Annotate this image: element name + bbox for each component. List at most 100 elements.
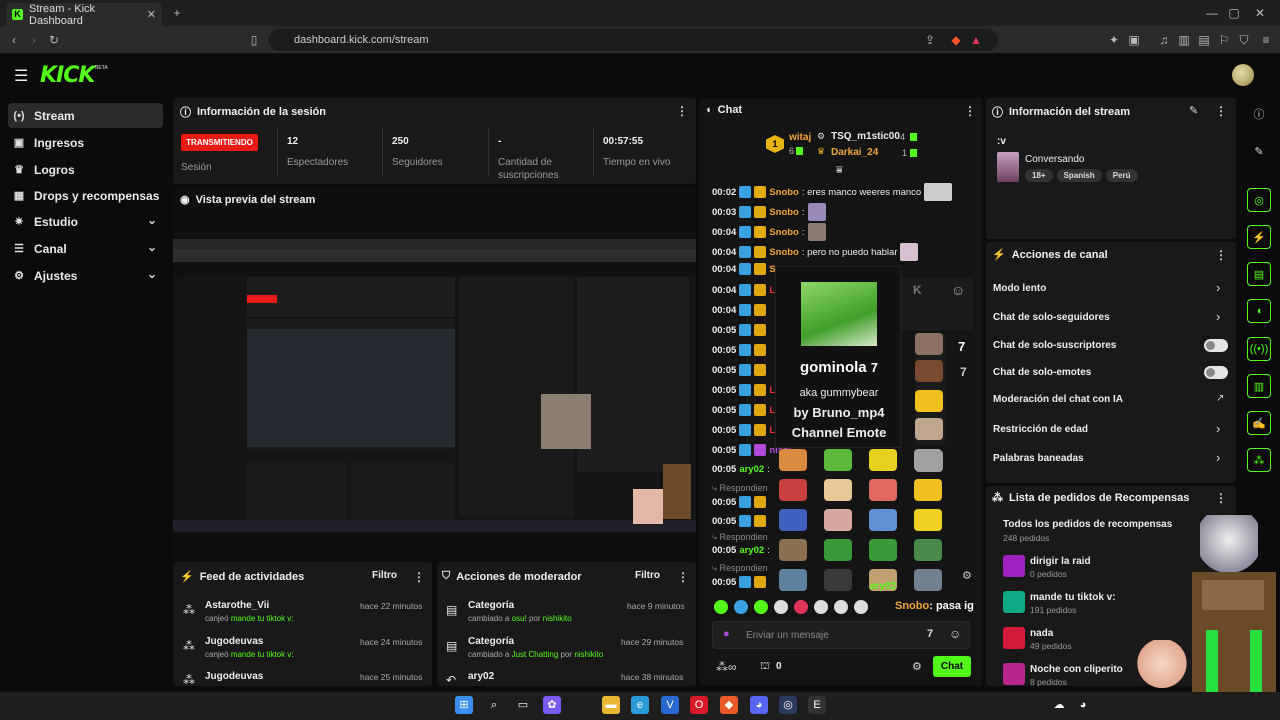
emote-button[interactable] [869,449,897,471]
emote-button[interactable] [824,449,852,471]
more-options-icon[interactable]: ⋮ [1215,104,1227,118]
emote-button[interactable] [915,360,943,382]
sidebar-item-canal[interactable]: ☰ Canal ⌄ [8,236,163,261]
emote-button[interactable] [824,539,852,561]
opera-icon[interactable]: O [690,696,708,714]
screenshot-icon[interactable]: ▣ [1126,33,1142,47]
category-name[interactable]: Conversando [1025,154,1084,165]
tab-close-icon[interactable]: ✕ [147,8,156,21]
new-tab-button[interactable]: + [169,6,185,20]
toggle-switch[interactable] [1204,339,1228,352]
info-icon[interactable]: ⓘ [1247,102,1271,126]
steam-icon[interactable]: ◎ [779,696,797,714]
reward-icon[interactable]: ⁂ [1247,448,1271,472]
external-link-icon[interactable]: ↗ [1216,393,1224,404]
emote-button[interactable] [779,569,807,591]
emote-button[interactable] [914,509,942,531]
emote-button[interactable] [914,569,942,591]
emote-button[interactable] [915,390,943,412]
target-icon[interactable]: ◎ [1247,188,1271,212]
lightning-icon[interactable]: ⚡ [1247,225,1271,249]
more-options-icon[interactable]: ⋮ [677,570,689,584]
recent-emote[interactable] [774,600,788,614]
emote-button[interactable] [915,333,943,355]
channel-action-item[interactable]: Chat de solo-seguidores [993,312,1110,323]
emoji-icon[interactable]: ☺ [949,627,961,641]
sidebar-item-stream[interactable]: (•) Stream [8,103,163,128]
feed-filter-button[interactable]: Filtro [372,570,397,581]
store-icon[interactable]: ⛫ [760,660,770,674]
emote-button[interactable] [779,539,807,561]
more-options-icon[interactable]: ⋮ [676,104,688,118]
chevron-right-icon[interactable]: › [1216,309,1220,324]
7tv-icon[interactable]: 7 [958,339,965,354]
share-icon[interactable]: ⇪ [922,33,938,47]
send-chat-button[interactable]: Chat [933,656,971,677]
emoji-tab-icon[interactable]: ☺ [951,282,965,298]
emote-button[interactable] [914,539,942,561]
broadcast-icon[interactable]: ((•)) [1247,337,1271,361]
brave-shield-icon[interactable]: ◆ [948,33,964,47]
emote-button[interactable] [824,479,852,501]
hamburger-menu-icon[interactable]: ☰ [14,66,28,86]
sidebar-icon[interactable]: ▥ [1176,33,1192,47]
back-icon[interactable]: ‹ [6,33,22,47]
sidebar-item-logros[interactable]: ♛ Logros [8,157,163,182]
brave-icon[interactable]: ◆ [720,696,738,714]
recent-emote[interactable] [714,600,728,614]
emote-button[interactable] [824,569,852,591]
chat-user[interactable]: ary02 [870,581,896,592]
chat-user[interactable]: ary02 [739,464,764,475]
more-options-icon[interactable]: ⋮ [1215,248,1227,262]
sidebar-item-estudio[interactable]: ✷ Estudio ⌄ [8,209,163,234]
recent-emote[interactable] [854,600,868,614]
extensions-icon[interactable]: ✦ [1106,33,1122,47]
file-explorer-icon[interactable]: ▬ [602,696,620,714]
toggle-switch[interactable] [1204,366,1228,379]
gear-icon[interactable]: ⚙ [962,569,972,582]
channel-action-item[interactable]: Moderación del chat con IA [993,394,1123,405]
leader-user[interactable]: witaj [789,132,811,143]
kick-logo[interactable]: KICK [40,63,95,88]
7tv-icon[interactable]: 7 [927,628,933,640]
chat-user[interactable]: Snobo [769,247,799,258]
chat-icon[interactable]: ◖ [1247,299,1271,323]
sidebar-item-drops[interactable]: ▦ Drops y recompensas [8,183,163,208]
all-rewards-label[interactable]: Todos los pedidos de recompensas [1003,519,1172,530]
windows-start-icon[interactable]: ⊞ [455,696,473,714]
recent-emote[interactable] [754,600,768,614]
copilot-icon[interactable]: ✿ [543,696,561,714]
stream-preview-video[interactable] [173,239,696,532]
chat-user[interactable]: Snobo [769,227,799,238]
emote-button[interactable] [869,539,897,561]
more-options-icon[interactable]: ⋮ [964,104,976,118]
window-minimize-button[interactable]: — [1204,6,1220,20]
wallet-icon[interactable]: ▤ [1196,33,1212,47]
browser-tab[interactable]: K Stream - Kick Dashboard ✕ [6,3,162,27]
onedrive-icon[interactable]: ☁ [1050,696,1068,714]
channel-action-item[interactable]: Chat de solo-suscriptores [993,340,1116,351]
edit-icon[interactable]: ✎ [1189,104,1198,117]
wrench-icon[interactable]: ✍ [1247,411,1271,435]
translate-icon[interactable]: ⚐ [1216,33,1232,47]
emote-button[interactable] [779,509,807,531]
emote-button[interactable] [869,509,897,531]
chat-input[interactable]: ● Enviar un mensaje 7 ☺ [712,621,970,649]
expand-icon[interactable]: ⩸ [836,164,843,177]
layout-icon[interactable]: ▥ [1247,374,1271,398]
brave-rewards-icon[interactable]: ▲ [968,33,984,47]
menu-icon[interactable]: ≡ [1258,33,1274,47]
chat-user[interactable]: Snobo [769,187,799,198]
more-options-icon[interactable]: ⋮ [413,570,425,584]
edge-icon[interactable]: e [631,696,649,714]
user-avatar[interactable] [1232,64,1254,86]
sidebar-item-ajustes[interactable]: ⚙ Ajustes ⌄ [8,263,163,288]
reload-icon[interactable]: ↻ [46,33,62,47]
recent-emote[interactable] [834,600,848,614]
recent-emote[interactable] [814,600,828,614]
channel-action-item[interactable]: Modo lento [993,283,1046,294]
discord-icon[interactable]: ◕ [750,696,768,714]
emote-button[interactable] [869,479,897,501]
leader-user[interactable]: TSQ_m1stic00 [831,131,900,142]
emote-button[interactable] [779,449,807,471]
